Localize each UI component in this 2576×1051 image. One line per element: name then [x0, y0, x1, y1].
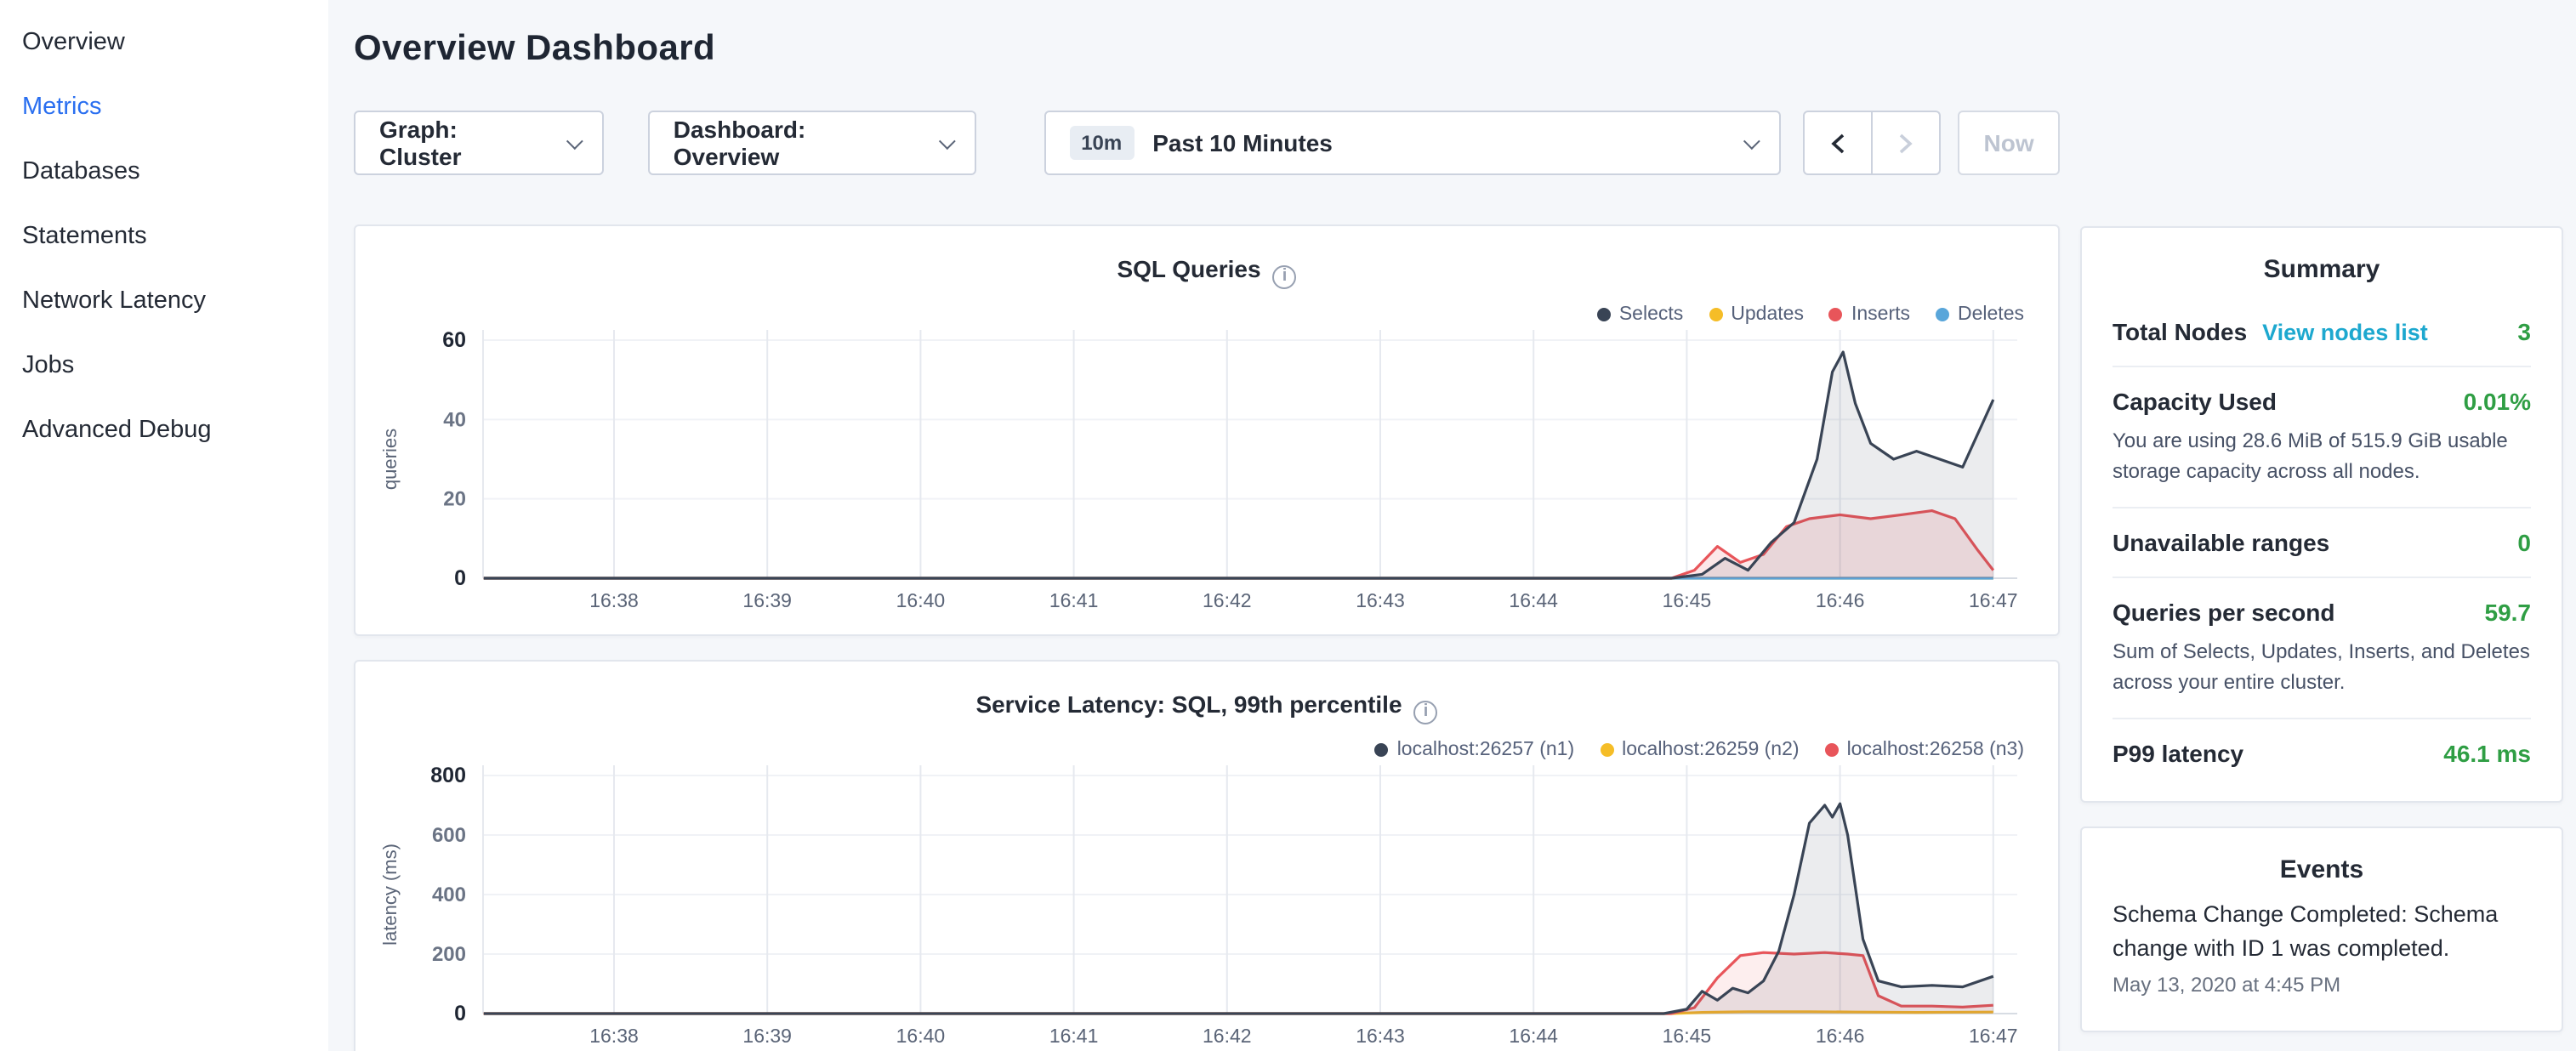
svg-text:16:40: 16:40 [896, 589, 946, 611]
svg-text:16:45: 16:45 [1663, 589, 1712, 611]
svg-text:latency (ms): latency (ms) [379, 844, 401, 946]
toolbar: Graph: Cluster Dashboard: Overview 10m P… [354, 111, 2060, 175]
time-back-button[interactable] [1803, 111, 1873, 175]
dashboard-label: Dashboard: Overview [674, 116, 918, 170]
summary-label: Capacity Used [2113, 388, 2277, 415]
sidebar-item-metrics[interactable]: Metrics [0, 75, 328, 139]
svg-text:60: 60 [442, 328, 466, 352]
summary-value: 0.01% [2464, 388, 2531, 415]
event-timestamp: May 13, 2020 at 4:45 PM [2113, 973, 2531, 997]
sidebar-item-advanced-debug[interactable]: Advanced Debug [0, 398, 328, 463]
svg-text:16:41: 16:41 [1049, 589, 1099, 611]
summary-label: Unavailable ranges [2113, 529, 2329, 556]
svg-text:16:46: 16:46 [1816, 589, 1865, 611]
summary-label: P99 latency [2113, 740, 2243, 767]
sidebar: Overview Metrics Databases Statements Ne… [0, 0, 328, 1051]
sql-queries-chart[interactable]: 0 20 40 60 16:38 16:39 16:40 16:41 16:42 16:43 16:… [372, 320, 2048, 617]
svg-text:16:47: 16:47 [1969, 1025, 2018, 1047]
svg-text:16:38: 16:38 [589, 1025, 639, 1047]
svg-text:0: 0 [454, 1002, 466, 1025]
svg-text:16:46: 16:46 [1816, 1025, 1865, 1047]
summary-label: Queries per second [2113, 599, 2334, 626]
main-content: Overview Dashboard Graph: Cluster Dashbo… [354, 0, 2060, 1051]
sidebar-item-statements[interactable]: Statements [0, 204, 328, 269]
time-range-badge: 10m [1069, 126, 1134, 160]
chevron-down-icon [1743, 132, 1760, 149]
graph-scope-label: Graph: Cluster [379, 116, 546, 170]
summary-title: Summary [2113, 255, 2531, 284]
svg-text:200: 200 [432, 943, 466, 966]
sidebar-item-databases[interactable]: Databases [0, 139, 328, 204]
sidebar-item-overview[interactable]: Overview [0, 10, 328, 75]
chevron-down-icon [938, 132, 955, 149]
chart-panel-sql-queries: SQL Queries Selects Updates Inserts Del [354, 224, 2060, 636]
summary-value: 46.1 ms [2443, 740, 2531, 767]
svg-text:800: 800 [430, 764, 466, 787]
chart-title: Service Latency: SQL, 99th percentile [355, 690, 2058, 724]
svg-text:16:40: 16:40 [896, 1025, 946, 1047]
summary-value: 3 [2517, 318, 2531, 345]
summary-card: Summary Total Nodes View nodes list 3 Ca… [2080, 226, 2563, 803]
chart-title-text: SQL Queries [1117, 255, 1260, 282]
chart-title-text: Service Latency: SQL, 99th percentile [975, 690, 1402, 718]
chart-title: SQL Queries [355, 255, 2058, 289]
now-button[interactable]: Now [1958, 111, 2060, 175]
svg-text:16:42: 16:42 [1203, 1025, 1252, 1047]
service-latency-chart[interactable]: 0 200 400 600 800 16:38 16:39 16:40 16:41 16:42 16… [372, 755, 2048, 1051]
svg-text:20: 20 [443, 488, 466, 511]
svg-text:16:47: 16:47 [1969, 589, 2018, 611]
events-card: Events Schema Change Completed: Schema c… [2080, 827, 2563, 1032]
event-item[interactable]: Schema Change Completed: Schema change w… [2113, 898, 2531, 997]
svg-text:40: 40 [443, 408, 466, 431]
time-forward-button[interactable] [1871, 111, 1941, 175]
event-text: Schema Change Completed: Schema change w… [2113, 898, 2531, 964]
time-range-label: Past 10 Minutes [1152, 129, 1333, 156]
svg-text:queries: queries [379, 429, 401, 490]
chart-panel-service-latency: Service Latency: SQL, 99th percentile lo… [354, 660, 2060, 1051]
svg-text:16:43: 16:43 [1356, 589, 1405, 611]
sidebar-item-network-latency[interactable]: Network Latency [0, 269, 328, 333]
page-title: Overview Dashboard [354, 29, 2060, 70]
summary-note: Sum of Selects, Updates, Inserts, and De… [2113, 636, 2531, 697]
summary-row-queries-per-second: Queries per second 59.7 Sum of Selects, … [2113, 577, 2531, 718]
dashboard-dropdown[interactable]: Dashboard: Overview [648, 111, 975, 175]
svg-text:16:39: 16:39 [742, 1025, 792, 1047]
app-root: Overview Metrics Databases Statements Ne… [0, 0, 2576, 1051]
right-column: Summary Total Nodes View nodes list 3 Ca… [2080, 0, 2563, 1051]
time-step-buttons [1803, 111, 1941, 175]
graph-scope-dropdown[interactable]: Graph: Cluster [354, 111, 604, 175]
summary-value: 59.7 [2485, 599, 2532, 626]
summary-note: You are using 28.6 MiB of 515.9 GiB usab… [2113, 425, 2531, 486]
svg-text:16:44: 16:44 [1509, 1025, 1558, 1047]
svg-text:16:44: 16:44 [1509, 589, 1558, 611]
events-title: Events [2113, 855, 2531, 884]
chevron-left-icon [1830, 132, 1845, 154]
summary-row-capacity-used: Capacity Used 0.01% You are using 28.6 M… [2113, 366, 2531, 507]
chevron-down-icon [566, 132, 583, 149]
summary-value: 0 [2517, 529, 2531, 556]
summary-row-p99-latency: P99 latency 46.1 ms [2113, 718, 2531, 787]
summary-label: Total Nodes [2113, 318, 2247, 345]
time-range-dropdown[interactable]: 10m Past 10 Minutes [1043, 111, 1781, 175]
svg-text:16:45: 16:45 [1663, 1025, 1712, 1047]
svg-text:0: 0 [454, 566, 466, 590]
svg-text:16:43: 16:43 [1356, 1025, 1405, 1047]
info-icon[interactable] [1414, 701, 1438, 724]
svg-text:16:42: 16:42 [1203, 589, 1252, 611]
summary-row-total-nodes: Total Nodes View nodes list 3 [2113, 298, 2531, 366]
svg-text:16:41: 16:41 [1049, 1025, 1099, 1047]
svg-text:16:39: 16:39 [742, 589, 792, 611]
svg-text:400: 400 [432, 883, 466, 906]
info-icon[interactable] [1273, 265, 1297, 289]
chevron-right-icon [1898, 132, 1914, 154]
view-nodes-list-link[interactable]: View nodes list [2262, 320, 2428, 345]
sidebar-item-jobs[interactable]: Jobs [0, 333, 328, 398]
summary-row-unavailable-ranges: Unavailable ranges 0 [2113, 507, 2531, 577]
svg-text:16:38: 16:38 [589, 589, 639, 611]
svg-text:600: 600 [432, 824, 466, 847]
